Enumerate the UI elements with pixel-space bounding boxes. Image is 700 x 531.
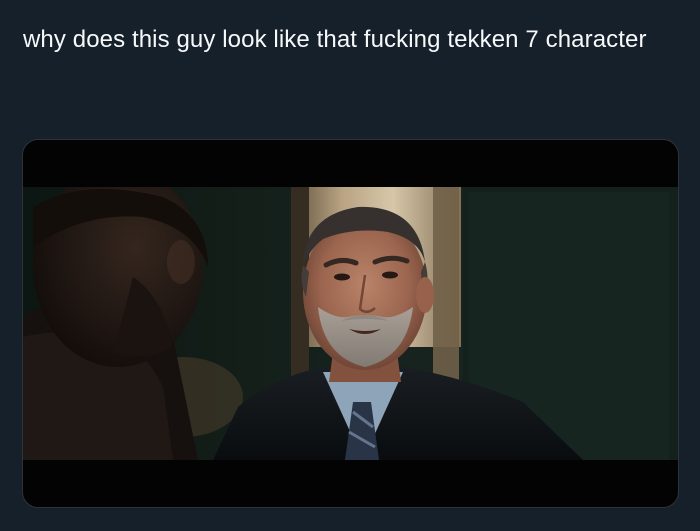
film-still (23, 187, 678, 460)
tweet-text: why does this guy look like that fucking… (23, 26, 647, 53)
tweet-media-image[interactable] (22, 139, 679, 508)
